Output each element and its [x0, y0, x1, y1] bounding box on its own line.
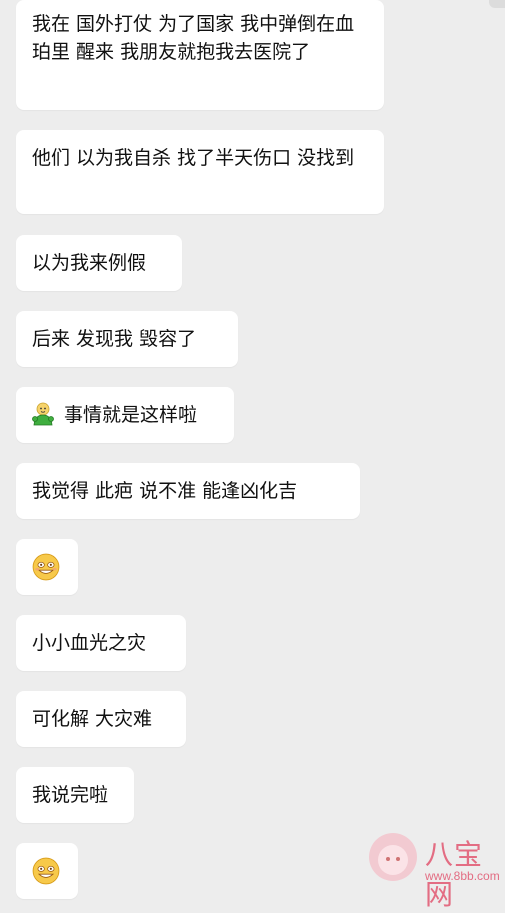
message-text: 事情就是这样啦 [64, 404, 198, 426]
message-bubble[interactable]: 小小血光之灾 [16, 615, 186, 671]
message-bubble[interactable]: 我说完啦 [16, 767, 134, 823]
message-bubble[interactable] [16, 843, 78, 899]
message-bubble[interactable]: 事情就是这样啦 [16, 387, 234, 443]
message-bubble[interactable]: 后来 发现我 毁容了 [16, 311, 238, 367]
message-text: 以为我来例假 [32, 252, 147, 274]
watermark-site: www.8bb.com [425, 869, 500, 883]
green-guy-emoji-icon [32, 402, 54, 426]
grinning-face-emoji-icon [32, 553, 60, 581]
message-text: 我觉得 此疤 说不准 能逢凶化吉 [32, 480, 298, 502]
watermark-logo-icon [369, 833, 417, 881]
message-text: 他们 以为我自杀 找了半天伤口 没找到 [32, 147, 355, 169]
watermark: 八宝网 www.8bb.com [369, 829, 500, 911]
message-bubble[interactable]: 可化解 大灾难 [16, 691, 186, 747]
message-bubble[interactable]: 他们 以为我自杀 找了半天伤口 没找到 [16, 130, 384, 214]
message-text: 我说完啦 [32, 784, 109, 806]
grinning-face-emoji-icon [32, 857, 60, 885]
chat-thread[interactable]: 我在 国外打仗 为了国家 我中弹倒在血珀里 醒来 我朋友就抱我去医院了 他们 以… [0, 0, 505, 911]
message-text: 可化解 大灾难 [32, 708, 153, 730]
message-bubble[interactable]: 我觉得 此疤 说不准 能逢凶化吉 [16, 463, 360, 519]
message-text: 我在 国外打仗 为了国家 我中弹倒在血珀里 醒来 我朋友就抱我去医院了 [32, 13, 355, 63]
message-text: 小小血光之灾 [32, 632, 147, 654]
message-bubble[interactable]: 我在 国外打仗 为了国家 我中弹倒在血珀里 醒来 我朋友就抱我去医院了 [16, 0, 384, 110]
message-text: 后来 发现我 毁容了 [32, 328, 197, 350]
scroll-edge [489, 0, 505, 8]
message-bubble[interactable]: 以为我来例假 [16, 235, 182, 291]
message-bubble[interactable] [16, 539, 78, 595]
